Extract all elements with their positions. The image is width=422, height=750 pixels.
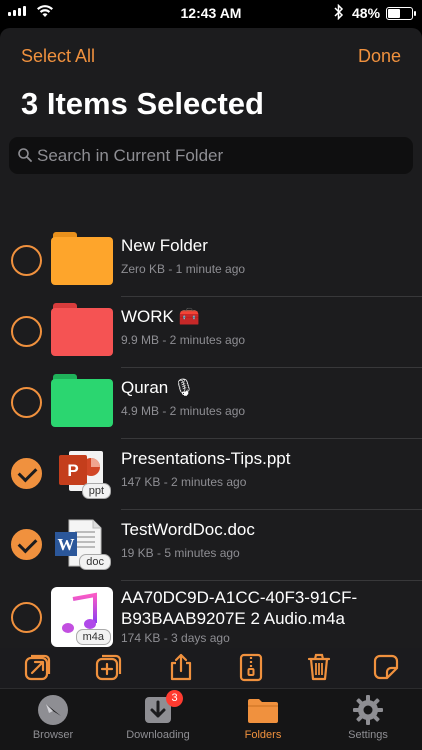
tab-label: Folders — [244, 729, 282, 741]
share-icon — [170, 653, 192, 681]
bluetooth-icon — [334, 4, 344, 20]
battery-percent: 48% — [352, 5, 381, 21]
battery-icon — [386, 7, 416, 20]
item-meta: 174 KB - 3 days ago — [121, 631, 230, 645]
word-file-icon: W doc — [51, 516, 113, 572]
gear-icon — [353, 695, 383, 725]
tab-downloading[interactable]: 3 Downloading — [116, 690, 200, 741]
compass-icon — [38, 695, 68, 725]
item-meta: 9.9 MB - 2 minutes ago — [121, 333, 246, 347]
svg-text:W: W — [58, 535, 75, 554]
item-name: Quran 🎙 — [121, 378, 195, 397]
folder-icon — [51, 374, 113, 430]
move-button[interactable] — [21, 650, 55, 684]
file-type-badge: doc — [79, 554, 111, 570]
compress-button[interactable] — [234, 650, 268, 684]
duplicate-button[interactable] — [92, 650, 126, 684]
file-type-badge: m4a — [75, 629, 111, 645]
selection-checkbox[interactable] — [11, 602, 42, 633]
select-all-button[interactable]: Select All — [21, 46, 95, 67]
tab-bar: Browser 3 Downloading Folders Settings — [0, 688, 422, 750]
selection-checkbox[interactable] — [11, 245, 42, 276]
trash-icon — [307, 653, 331, 681]
move-icon — [24, 654, 51, 681]
svg-text:P: P — [67, 461, 78, 480]
action-toolbar — [0, 648, 422, 688]
list-item[interactable]: WORK 🧰 9.9 MB - 2 minutes ago — [0, 297, 422, 368]
search-input[interactable] — [37, 137, 397, 174]
search-bar[interactable] — [9, 137, 413, 174]
powerpoint-file-icon: P ppt — [51, 445, 113, 501]
selection-checkbox[interactable] — [11, 316, 42, 347]
list-item[interactable]: P ppt Presentations-Tips.ppt 147 KB - 2 … — [0, 439, 422, 510]
list-item[interactable]: W doc TestWordDoc.doc 19 KB - 5 minutes … — [0, 510, 422, 581]
delete-button[interactable] — [302, 650, 336, 684]
zip-icon — [239, 653, 263, 682]
selection-checkbox-checked[interactable] — [11, 458, 42, 489]
selection-checkbox[interactable] — [11, 387, 42, 418]
item-meta: 147 KB - 2 minutes ago — [121, 475, 247, 489]
list-item[interactable]: Quran 🎙 4.9 MB - 2 minutes ago — [0, 368, 422, 439]
item-name: Presentations-Tips.ppt — [121, 449, 291, 468]
list-item[interactable]: m4a AA70DC9D-A1CC-40F3-91CF- B93BAAB9207… — [0, 581, 422, 651]
tab-label: Downloading — [126, 729, 190, 741]
sticky-note-icon — [373, 654, 399, 680]
item-name: AA70DC9D-A1CC-40F3-91CF- B93BAAB9207E 2 … — [121, 587, 357, 629]
item-meta: Zero KB - 1 minute ago — [121, 262, 246, 276]
tab-label: Settings — [348, 729, 388, 741]
search-icon — [18, 148, 32, 162]
duplicate-icon — [95, 654, 122, 681]
folder-icon — [248, 699, 278, 723]
page-title: 3 Items Selected — [21, 86, 264, 121]
download-count-badge: 3 — [166, 690, 183, 707]
list-item[interactable]: New Folder Zero KB - 1 minute ago — [0, 226, 422, 297]
status-bar: 12:43 AM 48% — [0, 0, 422, 28]
item-name-line2: B93BAAB9207E 2 Audio.m4a — [121, 609, 345, 628]
file-browser-sheet: Select All Done 3 Items Selected New Fol… — [0, 28, 422, 750]
item-name-line1: AA70DC9D-A1CC-40F3-91CF- — [121, 588, 358, 607]
item-name: New Folder — [121, 236, 208, 255]
share-button[interactable] — [164, 650, 198, 684]
item-name: TestWordDoc.doc — [121, 520, 255, 539]
tab-label: Browser — [32, 729, 74, 741]
folder-icon — [51, 303, 113, 359]
done-button[interactable]: Done — [358, 46, 401, 67]
file-type-badge: ppt — [81, 483, 111, 499]
item-meta: 19 KB - 5 minutes ago — [121, 546, 240, 560]
folder-icon — [51, 232, 113, 288]
tab-folders[interactable]: Folders — [221, 693, 305, 741]
tab-settings[interactable]: Settings — [326, 693, 410, 741]
selection-checkbox-checked[interactable] — [11, 529, 42, 560]
item-name: WORK 🧰 — [121, 307, 200, 326]
audio-file-icon: m4a — [51, 587, 113, 647]
item-meta: 4.9 MB - 2 minutes ago — [121, 404, 246, 418]
tab-browser[interactable]: Browser — [11, 693, 95, 741]
battery-fill — [388, 9, 400, 18]
note-button[interactable] — [369, 650, 403, 684]
